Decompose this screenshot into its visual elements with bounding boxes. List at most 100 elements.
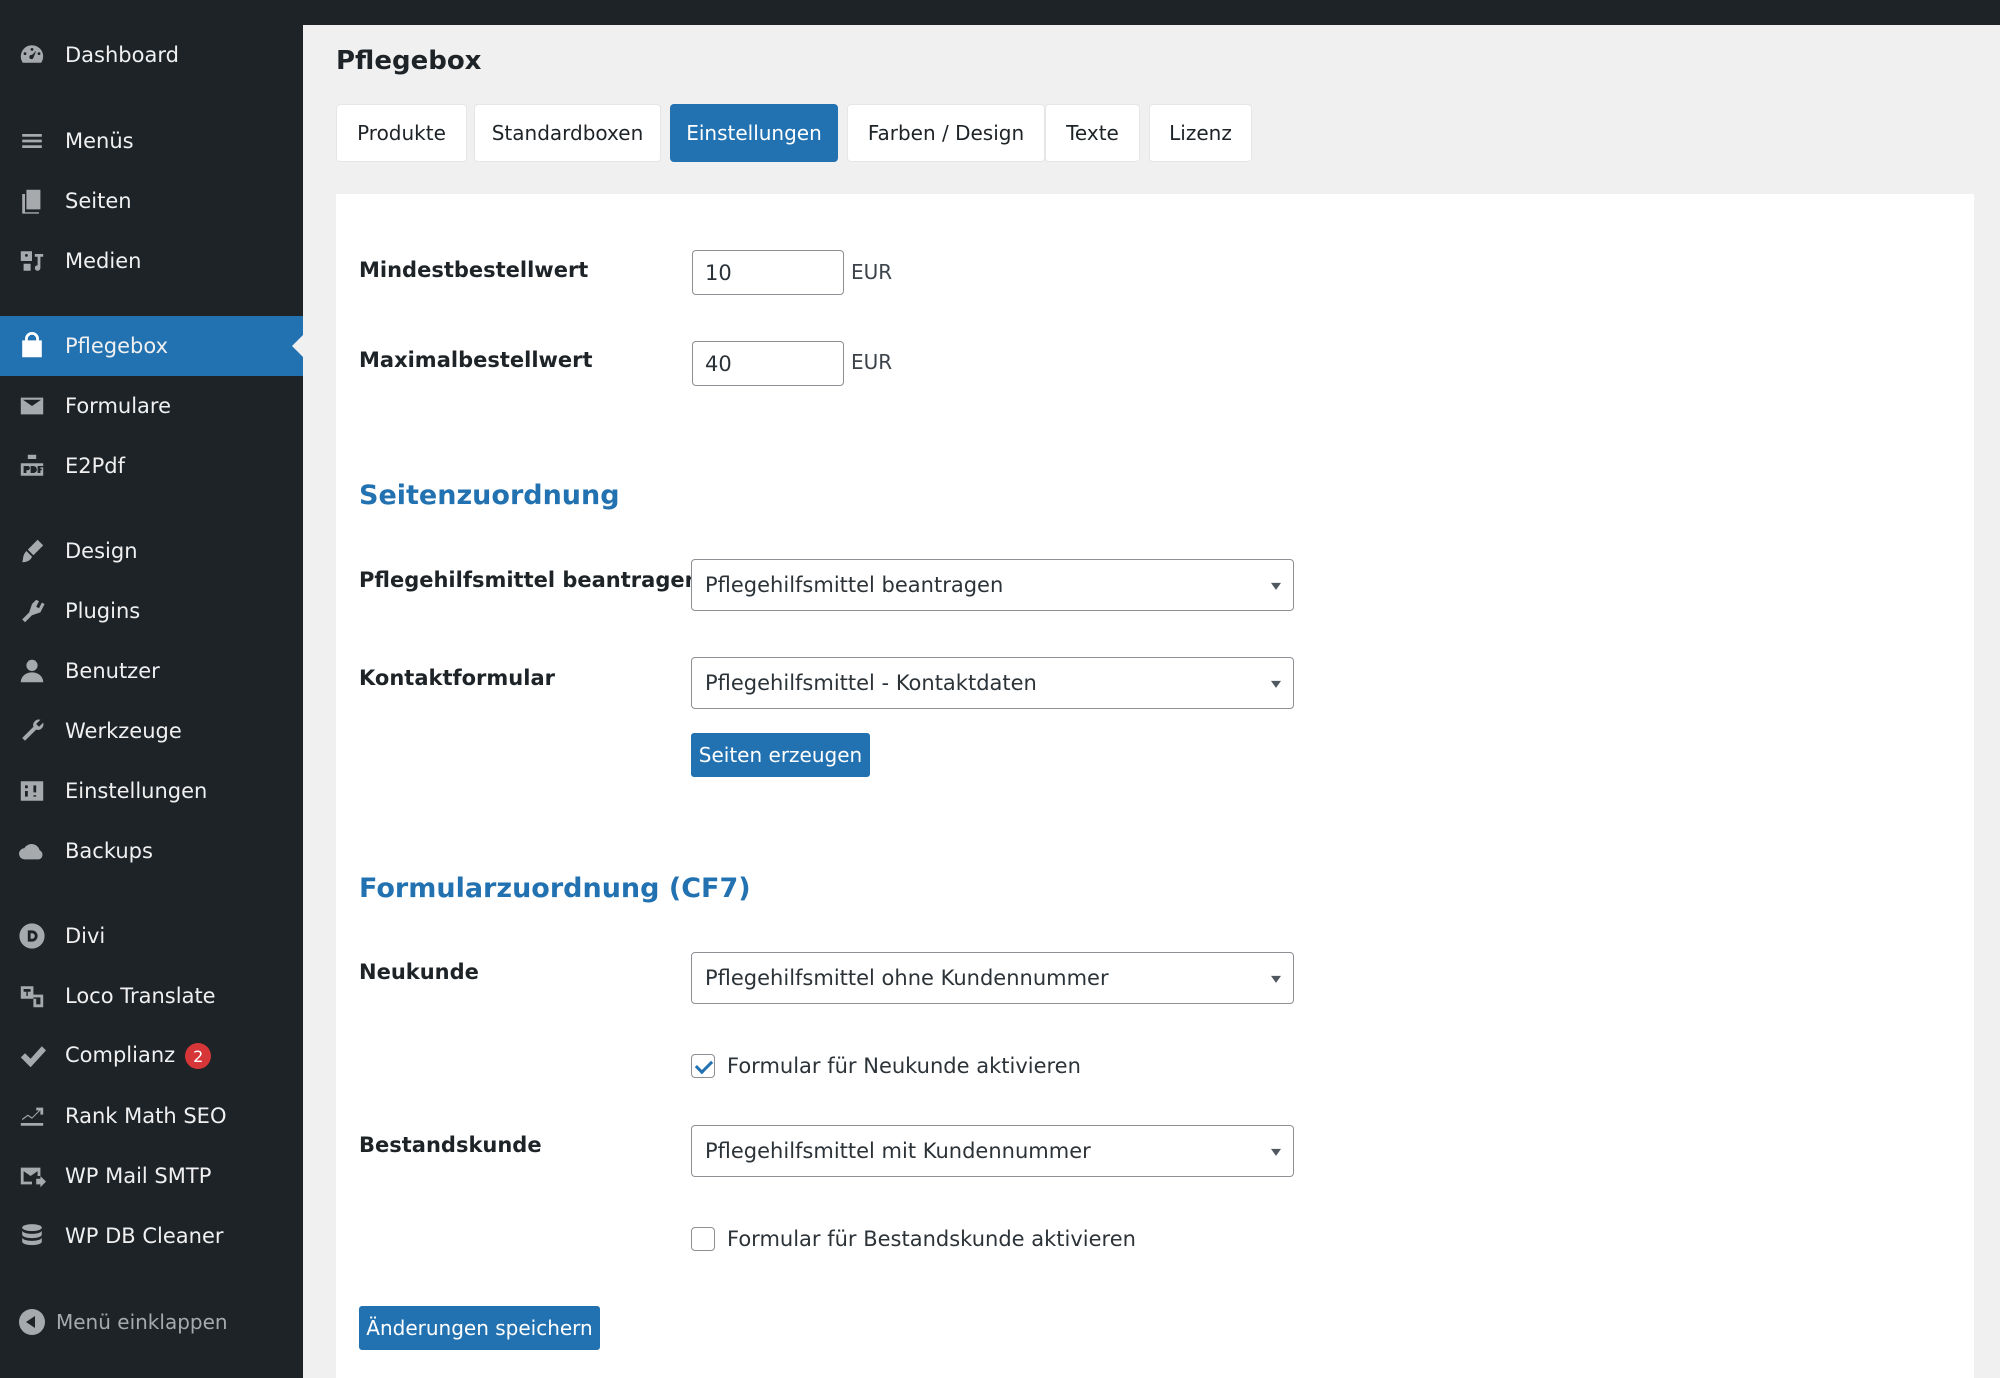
notification-badge: 2	[185, 1043, 212, 1069]
new-customer-select[interactable]: Pflegehilfsmittel ohne Kundennummer	[691, 952, 1294, 1004]
admin-top-bar	[0, 0, 2000, 25]
pages-icon	[17, 186, 47, 216]
admin-sidebar: Dashboard Menüs Seiten Medien Pflegebox …	[0, 25, 303, 1378]
sidebar-item-tools[interactable]: Werkzeuge	[0, 701, 303, 761]
sidebar-item-label: Rank Math SEO	[65, 1104, 227, 1128]
sidebar-item-label: Menüs	[65, 129, 134, 153]
tab-standardboxen[interactable]: Standardboxen	[474, 104, 661, 162]
request-page-select[interactable]: Pflegehilfsmittel beantragen	[691, 559, 1294, 611]
sidebar-item-plugins[interactable]: Plugins	[0, 581, 303, 641]
database-icon	[17, 1221, 47, 1251]
max-order-unit: EUR	[851, 350, 893, 374]
max-order-input[interactable]	[692, 341, 844, 386]
sidebar-item-divi[interactable]: Divi	[0, 906, 303, 966]
existing-customer-checkbox[interactable]	[691, 1227, 715, 1251]
existing-customer-activate-toggle[interactable]: Formular für Bestandskunde aktivieren	[691, 1224, 1136, 1254]
menu-icon	[17, 126, 47, 156]
page-title: Pflegebox	[336, 46, 482, 76]
new-customer-activate-toggle[interactable]: Formular für Neukunde aktivieren	[691, 1051, 1081, 1081]
existing-customer-selected: Pflegehilfsmittel mit Kundennummer	[705, 1139, 1091, 1163]
sidebar-item-menus[interactable]: Menüs	[0, 111, 303, 171]
sidebar-item-label: Dashboard	[65, 43, 179, 67]
sidebar-item-label: Backups	[65, 839, 153, 863]
chart-icon	[17, 1101, 47, 1131]
user-icon	[17, 656, 47, 686]
sidebar-item-label: Design	[65, 539, 138, 563]
tab-farben-design[interactable]: Farben / Design	[847, 104, 1045, 162]
chevron-down-icon	[1271, 1148, 1281, 1156]
max-order-label: Maximalbestellwert	[359, 348, 593, 372]
sidebar-item-forms[interactable]: Formulare	[0, 376, 303, 436]
sidebar-item-label: WP DB Cleaner	[65, 1224, 224, 1248]
sidebar-item-label: Benutzer	[65, 659, 160, 683]
e2pdf-icon	[17, 451, 47, 481]
sidebar-item-loco-translate[interactable]: Loco Translate	[0, 966, 303, 1026]
sidebar-item-media[interactable]: Medien	[0, 231, 303, 291]
sidebar-item-label: Formulare	[65, 394, 172, 418]
collapse-menu-label: Menü einklappen	[56, 1310, 228, 1334]
tab-lizenz[interactable]: Lizenz	[1149, 104, 1252, 162]
sidebar-item-backups[interactable]: Backups	[0, 821, 303, 881]
sidebar-item-label: Medien	[65, 249, 142, 273]
checkmark-icon	[17, 1041, 47, 1071]
sidebar-item-label: Loco Translate	[65, 984, 216, 1008]
new-customer-label: Neukunde	[359, 960, 479, 984]
tab-texte[interactable]: Texte	[1045, 104, 1140, 162]
sidebar-item-label: Divi	[65, 924, 106, 948]
new-customer-checkbox[interactable]	[691, 1054, 715, 1078]
sidebar-item-users[interactable]: Benutzer	[0, 641, 303, 701]
request-page-label: Pflegehilfsmittel beantragen	[359, 568, 700, 592]
sidebar-item-design[interactable]: Design	[0, 521, 303, 581]
sidebar-item-label: Plugins	[65, 599, 141, 623]
sidebar-item-complianz[interactable]: Complianz 2	[0, 1026, 303, 1086]
sidebar-item-label: Complianz	[65, 1043, 176, 1067]
chevron-down-icon	[1271, 582, 1281, 590]
form-mapping-heading: Formularzuordnung (CF7)	[359, 873, 751, 904]
settings-icon	[17, 776, 47, 806]
min-order-unit: EUR	[851, 260, 893, 284]
sidebar-item-label: Seiten	[65, 189, 132, 213]
envelope-icon	[17, 391, 47, 421]
tab-einstellungen[interactable]: Einstellungen	[670, 104, 838, 162]
chevron-down-icon	[1271, 680, 1281, 688]
page-mapping-heading: Seitenzuordnung	[359, 480, 620, 511]
sidebar-item-pages[interactable]: Seiten	[0, 171, 303, 231]
sidebar-item-wp-mail-smtp[interactable]: WP Mail SMTP	[0, 1146, 303, 1206]
sidebar-item-settings[interactable]: Einstellungen	[0, 761, 303, 821]
settings-panel: Mindestbestellwert EUR Maximalbestellwer…	[336, 194, 1974, 1378]
save-changes-button[interactable]: Änderungen speichern	[359, 1306, 600, 1350]
media-icon	[17, 246, 47, 276]
sidebar-item-label: Werkzeuge	[65, 719, 182, 743]
cloud-icon	[17, 836, 47, 866]
sidebar-item-rank-math-seo[interactable]: Rank Math SEO	[0, 1086, 303, 1146]
dashboard-icon	[17, 40, 47, 70]
plugins-icon	[17, 596, 47, 626]
sidebar-item-label: Pflegebox	[65, 334, 169, 358]
existing-customer-select[interactable]: Pflegehilfsmittel mit Kundennummer	[691, 1125, 1294, 1177]
min-order-input[interactable]	[692, 250, 844, 295]
paintbrush-icon	[17, 536, 47, 566]
collapse-menu-button[interactable]: Menü einklappen	[0, 1297, 303, 1347]
wrench-icon	[17, 716, 47, 746]
sidebar-item-label: Einstellungen	[65, 779, 208, 803]
contact-form-label: Kontaktformular	[359, 666, 555, 690]
new-customer-selected: Pflegehilfsmittel ohne Kundennummer	[705, 966, 1109, 990]
sidebar-item-label: E2Pdf	[65, 454, 126, 478]
chevron-down-icon	[1271, 975, 1281, 983]
divi-icon	[17, 921, 47, 951]
min-order-label: Mindestbestellwert	[359, 258, 589, 282]
tab-produkte[interactable]: Produkte	[336, 104, 467, 162]
collapse-arrow-icon	[19, 1309, 45, 1335]
mail-send-icon	[17, 1161, 47, 1191]
sidebar-item-pflegebox[interactable]: Pflegebox	[0, 316, 303, 376]
existing-customer-checkbox-label: Formular für Bestandskunde aktivieren	[727, 1227, 1136, 1251]
generate-pages-button[interactable]: Seiten erzeugen	[691, 733, 870, 777]
sidebar-item-wp-db-cleaner[interactable]: WP DB Cleaner	[0, 1206, 303, 1266]
sidebar-item-dashboard[interactable]: Dashboard	[0, 25, 303, 85]
sidebar-item-e2pdf[interactable]: E2Pdf	[0, 436, 303, 496]
translate-icon	[17, 981, 47, 1011]
request-page-selected: Pflegehilfsmittel beantragen	[705, 573, 1004, 597]
contact-form-select[interactable]: Pflegehilfsmittel - Kontaktdaten	[691, 657, 1294, 709]
sidebar-item-label: WP Mail SMTP	[65, 1164, 212, 1188]
contact-form-selected: Pflegehilfsmittel - Kontaktdaten	[705, 671, 1037, 695]
